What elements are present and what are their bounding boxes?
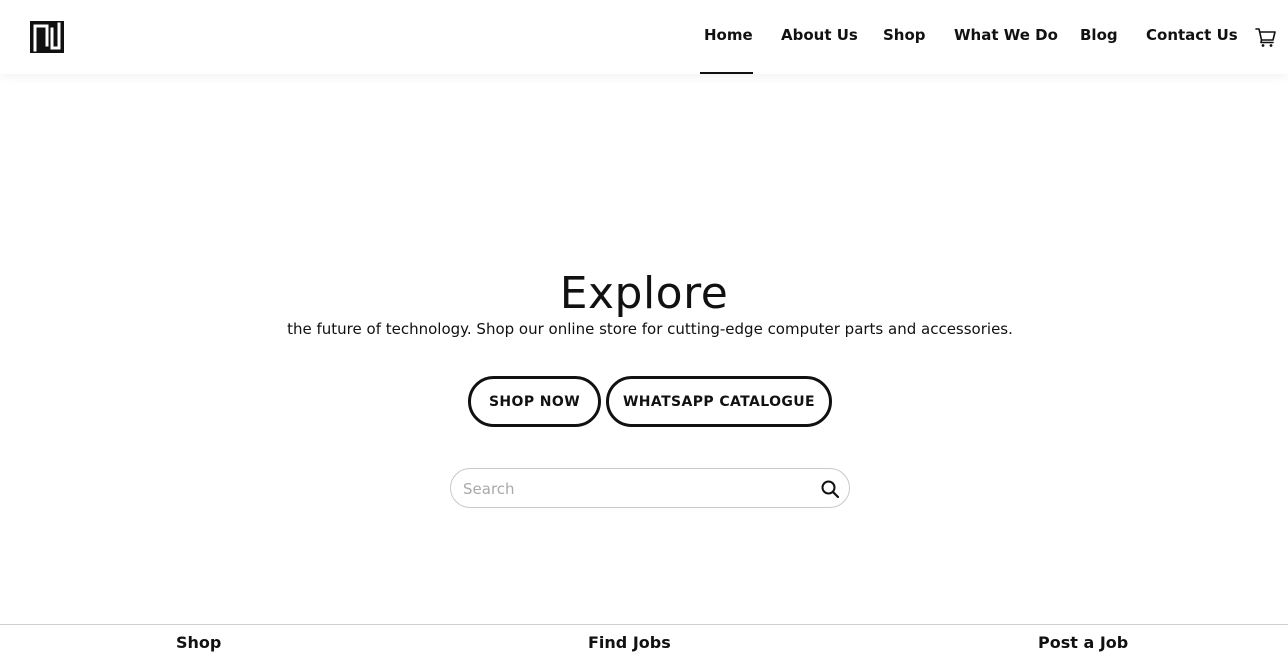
cart-icon[interactable] [1255,26,1277,48]
nav-shop[interactable]: Shop [883,26,926,48]
shop-now-button[interactable]: SHOP NOW [468,376,601,427]
search-icon[interactable] [819,478,841,500]
search-input[interactable] [463,477,803,501]
hero-title: Explore [559,268,729,319]
brand-logo-icon[interactable] [30,21,64,53]
bottom-shop-link[interactable]: Shop [176,633,221,652]
nav-contact-us[interactable]: Contact Us [1146,26,1238,48]
post-a-job-link[interactable]: Post a Job [1038,633,1128,652]
nav-blog[interactable]: Blog [1080,26,1118,48]
whatsapp-catalogue-button[interactable]: WHATSAPP CATALOGUE [606,376,832,427]
site-header: Home About Us Shop What We Do Blog Conta… [0,0,1288,74]
hero-subtitle: the future of technology. Shop our onlin… [287,320,1013,338]
active-nav-indicator [700,72,753,74]
nav-about-us[interactable]: About Us [781,26,858,48]
bottom-action-bar: Shop Find Jobs Post a Job [0,624,1288,660]
nav-home[interactable]: Home [704,26,753,48]
nav-what-we-do[interactable]: What We Do [954,26,1058,48]
search-box [450,468,850,508]
find-jobs-link[interactable]: Find Jobs [588,633,671,652]
